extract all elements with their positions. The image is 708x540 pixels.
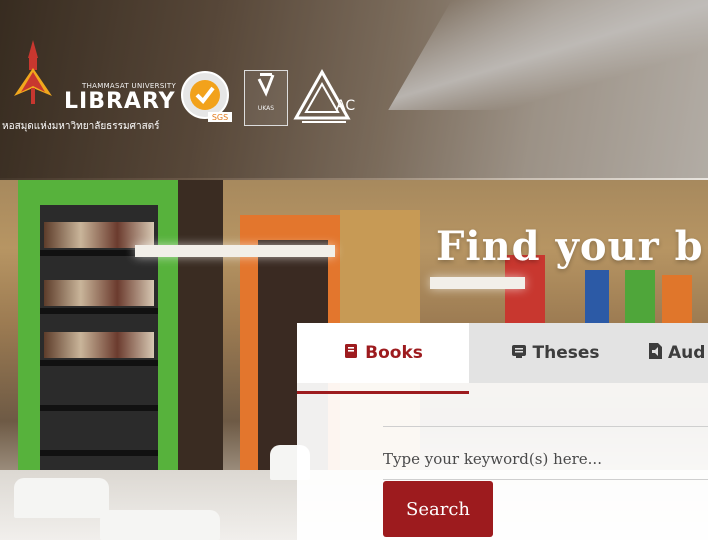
- svg-text:AC: AC: [336, 98, 355, 114]
- hero-headline: Find your b: [436, 223, 704, 270]
- ukas-label: UKAS: [257, 105, 275, 112]
- ukas-badge: UKAS: [244, 70, 288, 126]
- blue-bookshelf: [585, 270, 609, 325]
- tab-audio[interactable]: Aud: [641, 323, 708, 383]
- tab-theses[interactable]: Theses: [469, 323, 641, 383]
- nac-badge-icon: AC: [293, 68, 355, 123]
- book-row: [44, 332, 154, 358]
- shelf-ledge: [40, 308, 158, 314]
- library-wordmark: LIBRARY: [64, 89, 176, 114]
- chair: [100, 510, 220, 540]
- library-thai-name: หอสมุดแห่งมหาวิทยาลัยธรรมศาสตร์: [2, 121, 160, 132]
- tab-label: Books: [365, 343, 423, 363]
- thesis-icon: [511, 343, 527, 364]
- search-input[interactable]: [383, 439, 708, 480]
- shelf-ledge: [40, 405, 158, 411]
- crown-check-icon: [257, 73, 275, 97]
- book-row: [44, 280, 154, 306]
- shelf-ledge: [40, 360, 158, 366]
- pillar: [178, 180, 223, 510]
- search-button[interactable]: Search: [383, 481, 493, 537]
- active-tab-indicator: [297, 391, 469, 394]
- svg-text:SGS: SGS: [212, 113, 228, 122]
- tab-label: Theses: [532, 343, 600, 363]
- chair: [14, 478, 109, 518]
- tab-books[interactable]: Books: [297, 323, 469, 383]
- sgs-certification-icon: SGS: [181, 71, 232, 122]
- hanging-lamp: [430, 277, 525, 289]
- green-bookshelf-far: [625, 270, 655, 325]
- tu-library-logo-icon[interactable]: [8, 38, 58, 108]
- search-panel: Books Theses Aud Search: [297, 323, 708, 540]
- divider: [383, 426, 708, 427]
- hanging-lamp: [135, 245, 335, 257]
- search-tab-bar: Books Theses Aud: [297, 323, 708, 383]
- shelf-ledge: [40, 450, 158, 456]
- orange-bookshelf-far: [662, 275, 692, 325]
- book-icon: [343, 343, 359, 364]
- site-header: THAMMASAT UNIVERSITY LIBRARY หอสมุดแห่งม…: [0, 0, 708, 178]
- tab-label: Aud: [668, 343, 706, 363]
- audio-file-icon: [649, 342, 662, 364]
